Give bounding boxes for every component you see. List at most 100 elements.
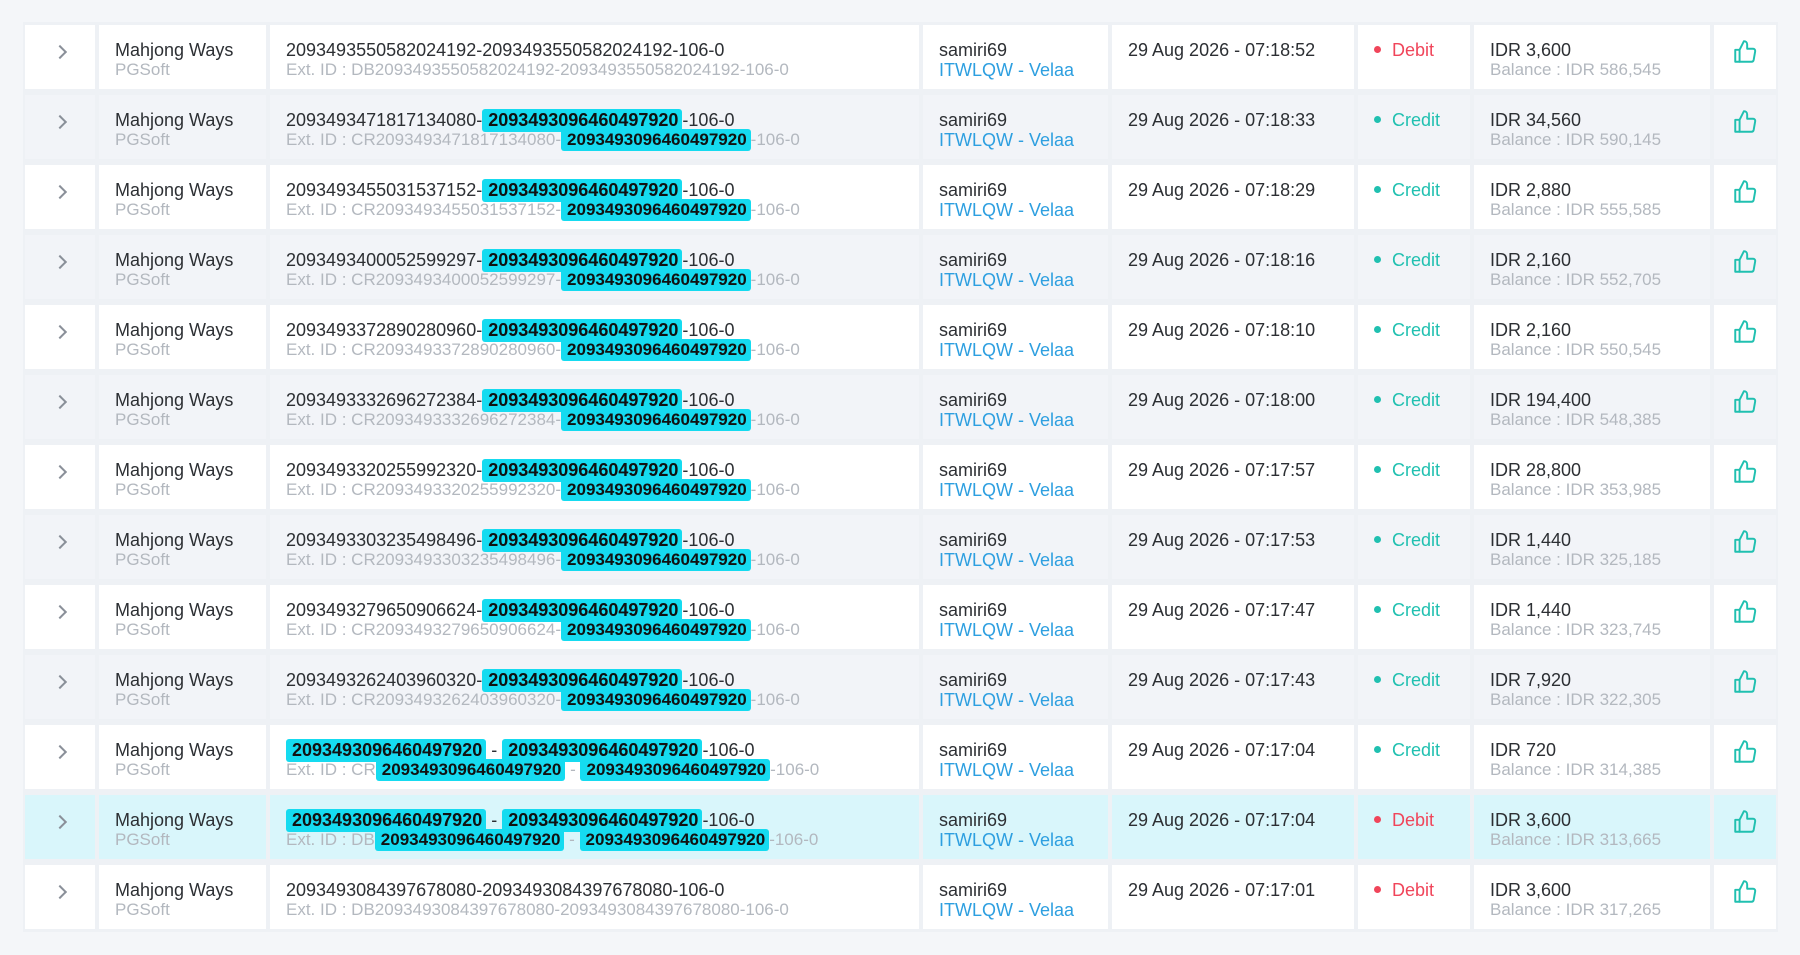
game-cell: Mahjong Ways PGSoft <box>97 512 268 582</box>
status-dot-icon <box>1374 605 1381 613</box>
action-cell <box>1712 862 1778 932</box>
expand-cell[interactable] <box>23 302 97 372</box>
user-cell: samiri69 ITWLQW - Velaa <box>921 582 1110 652</box>
table-row[interactable]: Mahjong Ways PGSoft 2093493372890280960- 20… <box>23 302 1778 372</box>
thumbs-up-icon[interactable] <box>1714 39 1776 65</box>
table-row[interactable]: Mahjong Ways PGSoft 2093493303235498496- 20… <box>23 512 1778 582</box>
amount-cell: IDR 3,600 Balance : IDR 317,265 <box>1472 862 1712 932</box>
table-row[interactable]: Mahjong Ways PGSoft 2093493550582024192-20… <box>23 22 1778 92</box>
table-row[interactable]: Mahjong Ways PGSoft 2093493096460497920 - … <box>23 722 1778 792</box>
agent-link[interactable]: ITWLQW - Velaa <box>939 130 1108 150</box>
transaction-type: Debit <box>1392 880 1435 900</box>
chevron-right-icon[interactable] <box>52 884 68 900</box>
agent-link[interactable]: ITWLQW - Velaa <box>939 620 1108 640</box>
thumbs-up-icon[interactable] <box>1714 599 1776 625</box>
provider-name: PGSoft <box>115 340 170 359</box>
chevron-right-icon[interactable] <box>52 744 68 760</box>
agent-link[interactable]: ITWLQW - Velaa <box>939 760 1108 780</box>
thumbs-up-icon[interactable] <box>1714 879 1776 905</box>
search-highlight: 2093493096460497920 <box>561 199 751 221</box>
chevron-right-icon[interactable] <box>52 324 68 340</box>
id-text: 2093493262403960320- <box>286 670 483 690</box>
transaction-datetime: 29 Aug 2026 - 07:18:29 <box>1128 180 1316 200</box>
table-row[interactable]: Mahjong Ways PGSoft 2093493262403960320- 20… <box>23 652 1778 722</box>
search-highlight: 2093493096460497920 <box>561 689 751 711</box>
thumbs-up-icon[interactable] <box>1714 109 1776 135</box>
amount: IDR 3,600 <box>1490 880 1572 900</box>
transaction-type: Credit <box>1392 670 1441 690</box>
chevron-right-icon[interactable] <box>52 674 68 690</box>
expand-cell[interactable] <box>23 512 97 582</box>
chevron-right-icon[interactable] <box>52 254 68 270</box>
transaction-id: 2093493550582024192-2093493550582024192-… <box>286 40 919 60</box>
chevron-right-icon[interactable] <box>52 394 68 410</box>
thumbs-up-icon[interactable] <box>1714 319 1776 345</box>
table-row[interactable]: Mahjong Ways PGSoft 2093493455031537152- 20… <box>23 162 1778 232</box>
chevron-right-icon[interactable] <box>52 114 68 130</box>
expand-cell[interactable] <box>23 92 97 162</box>
expand-cell[interactable] <box>23 722 97 792</box>
thumbs-up-icon[interactable] <box>1714 249 1776 275</box>
external-id: Ext. ID : CR2093493262403960320- 20934930… <box>286 689 919 711</box>
agent-link[interactable]: ITWLQW - Velaa <box>939 900 1108 920</box>
thumbs-up-icon[interactable] <box>1714 739 1776 765</box>
game-cell: Mahjong Ways PGSoft <box>97 22 268 92</box>
chevron-right-icon[interactable] <box>52 814 68 830</box>
game-name: Mahjong Ways <box>115 460 234 480</box>
game-name: Mahjong Ways <box>115 740 234 760</box>
transaction-id: 2093493332696272384- 2093493096460497920-… <box>286 389 919 412</box>
amount-cell: IDR 28,800 Balance : IDR 353,985 <box>1472 442 1712 512</box>
expand-cell[interactable] <box>23 652 97 722</box>
external-id: Ext. ID : CR2093493320255992320- 20934930… <box>286 479 919 501</box>
amount-cell: IDR 7,920 Balance : IDR 322,305 <box>1472 652 1712 722</box>
table-row[interactable]: Mahjong Ways PGSoft 2093493471817134080- 20… <box>23 92 1778 162</box>
table-row[interactable]: Mahjong Ways PGSoft 2093493096460497920 - … <box>23 792 1778 862</box>
chevron-right-icon[interactable] <box>52 44 68 60</box>
agent-link[interactable]: ITWLQW - Velaa <box>939 60 1108 80</box>
agent-link[interactable]: ITWLQW - Velaa <box>939 830 1108 850</box>
table-row[interactable]: Mahjong Ways PGSoft 2093493320255992320- 20… <box>23 442 1778 512</box>
chevron-right-icon[interactable] <box>52 534 68 550</box>
transaction-id-cell: 2093493084397678080-2093493084397678080-… <box>268 862 921 932</box>
agent-link[interactable]: ITWLQW - Velaa <box>939 480 1108 500</box>
id-text: -106-0 <box>682 600 735 620</box>
expand-cell[interactable] <box>23 862 97 932</box>
agent-link[interactable]: ITWLQW - Velaa <box>939 410 1108 430</box>
expand-cell[interactable] <box>23 792 97 862</box>
chevron-right-icon[interactable] <box>52 604 68 620</box>
thumbs-up-icon[interactable] <box>1714 669 1776 695</box>
chevron-right-icon[interactable] <box>52 464 68 480</box>
table-row[interactable]: Mahjong Ways PGSoft 2093493400052599297- 20… <box>23 232 1778 302</box>
expand-cell[interactable] <box>23 162 97 232</box>
thumbs-up-icon[interactable] <box>1714 389 1776 415</box>
external-id: Ext. ID : DB 2093493096460497920 - 209349… <box>286 829 919 851</box>
game-cell: Mahjong Ways PGSoft <box>97 372 268 442</box>
type-cell: Credit <box>1356 652 1472 722</box>
status-dot-icon <box>1374 185 1381 193</box>
ext-id-text: Ext. ID : CR <box>286 760 376 779</box>
chevron-right-icon[interactable] <box>52 184 68 200</box>
table-row[interactable]: Mahjong Ways PGSoft 2093493084397678080-20… <box>23 862 1778 932</box>
amount-cell: IDR 720 Balance : IDR 314,385 <box>1472 722 1712 792</box>
agent-link[interactable]: ITWLQW - Velaa <box>939 690 1108 710</box>
expand-cell[interactable] <box>23 232 97 302</box>
table-row[interactable]: Mahjong Ways PGSoft 2093493332696272384- 20… <box>23 372 1778 442</box>
thumbs-up-icon[interactable] <box>1714 809 1776 835</box>
id-text: 2093493084397678080-2093493084397678080-… <box>286 880 725 900</box>
external-id: Ext. ID : CR 2093493096460497920 - 209349… <box>286 759 919 781</box>
thumbs-up-icon[interactable] <box>1714 459 1776 485</box>
agent-link[interactable]: ITWLQW - Velaa <box>939 270 1108 290</box>
thumbs-up-icon[interactable] <box>1714 179 1776 205</box>
expand-cell[interactable] <box>23 442 97 512</box>
thumbs-up-icon[interactable] <box>1714 529 1776 555</box>
datetime-cell: 29 Aug 2026 - 07:17:47 <box>1110 582 1356 652</box>
expand-cell[interactable] <box>23 22 97 92</box>
ext-id-text: Ext. ID : CR2093493279650906624- <box>286 620 562 639</box>
expand-cell[interactable] <box>23 582 97 652</box>
agent-link[interactable]: ITWLQW - Velaa <box>939 550 1108 570</box>
expand-cell[interactable] <box>23 372 97 442</box>
agent-link[interactable]: ITWLQW - Velaa <box>939 340 1108 360</box>
agent-link[interactable]: ITWLQW - Velaa <box>939 200 1108 220</box>
table-row[interactable]: Mahjong Ways PGSoft 2093493279650906624- 20… <box>23 582 1778 652</box>
transaction-id: 2093493455031537152- 2093493096460497920-… <box>286 179 919 202</box>
